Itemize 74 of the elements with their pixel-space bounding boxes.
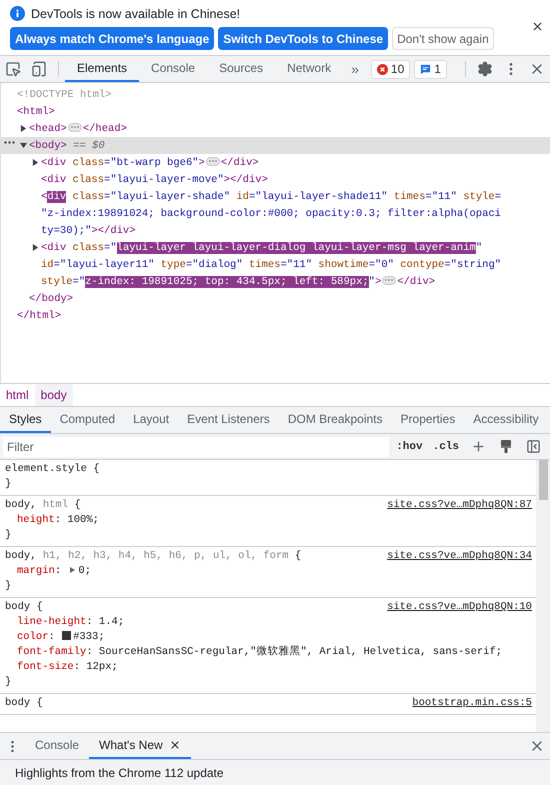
- code-text: </body>: [29, 292, 74, 304]
- message-count-badge[interactable]: 1: [414, 60, 447, 78]
- error-count-badge[interactable]: 10: [370, 60, 410, 78]
- code-text: </div>: [220, 156, 259, 168]
- source-link[interactable]: site.css?ve…mDphq8QN:34: [387, 549, 532, 564]
- notice-message: DevTools is now available in Chinese!: [31, 6, 240, 20]
- code-text: </html>: [17, 310, 62, 322]
- source-link[interactable]: site.css?ve…mDphq8QN:10: [387, 600, 532, 615]
- code-text: <head>: [29, 122, 67, 134]
- code-text: <div class="bt-warp bge6">: [41, 156, 205, 168]
- css-declaration: color: #333;: [16, 630, 106, 645]
- whats-new-heading: Highlights from the Chrome 112 update: [15, 766, 224, 780]
- color-swatch[interactable]: [62, 631, 72, 640]
- drawer-tab[interactable]: Console: [25, 733, 90, 759]
- rule-selector: body {: [5, 696, 43, 711]
- sidebar-tab[interactable]: Accessibility: [464, 407, 548, 433]
- expanded-arrow-icon[interactable]: [20, 142, 26, 149]
- code-text: style="z-index: 19891025; top: 434.5px; left: 589px;">: [41, 276, 382, 288]
- code-text: <div class="layui-layer-move"></div>: [41, 174, 268, 186]
- css-declaration: font-size: 12px;: [16, 660, 119, 675]
- sidebar-tab[interactable]: DOM Breakpoints: [278, 407, 392, 433]
- close-icon: [168, 739, 181, 751]
- code-text: </head>: [82, 122, 127, 134]
- hover-state-toggle[interactable]: :hov: [393, 440, 426, 452]
- sidebar-tab[interactable]: Layout: [124, 407, 178, 433]
- panel-tab[interactable]: Network: [275, 56, 344, 82]
- breadcrumb[interactable]: html: [0, 384, 35, 406]
- breadcrumb[interactable]: body: [34, 384, 73, 406]
- collapsed-arrow-icon[interactable]: [32, 244, 38, 251]
- closing-brace: }: [5, 579, 12, 594]
- secondary-button[interactable]: Don't show again: [392, 27, 494, 50]
- more-icon[interactable]: [4, 141, 15, 144]
- css-declaration: height: 100%;: [16, 513, 100, 528]
- closing-brace: }: [5, 675, 12, 690]
- sidebar-tab[interactable]: Computed: [50, 407, 124, 433]
- panel-tab[interactable]: Elements: [65, 56, 140, 82]
- rule-selector: body, html {: [5, 498, 81, 513]
- code-text: ty=30);"></div>: [41, 224, 136, 236]
- code-text: id="layui-layer11" type="dialog" times="11" showtime="0" contype="string": [41, 258, 502, 270]
- ellipsis-icon[interactable]: [382, 276, 396, 284]
- info-icon: [10, 6, 25, 21]
- panel-tab[interactable]: Console: [139, 56, 208, 82]
- primary-button[interactable]: Switch DevTools to Chinese: [218, 27, 388, 50]
- code-text: </div>: [397, 276, 436, 288]
- code-text: "z-index:19891024; background-color:#000; opacity:0.3; filter:alpha(opaci: [41, 208, 501, 220]
- code-text: <!DOCTYPE html>: [17, 88, 112, 100]
- rule-selector: body, h1, h2, h3, h4, h5, h6, p, ul, ol, form {: [5, 549, 302, 564]
- scrollbar[interactable]: [536, 460, 550, 732]
- source-link[interactable]: bootstrap.min.css:5: [412, 696, 532, 711]
- css-declaration: line-height: 1.4;: [16, 615, 126, 630]
- source-link[interactable]: site.css?ve…mDphq8QN:87: [387, 498, 532, 513]
- css-declaration: font-family: SourceHanSansSC-regular,"微软雅黑", Arial, Helvetica, sans-serif;: [16, 645, 504, 660]
- code-text: <div class="layui-layer layui-layer-dialog layui-layer-msg layer-anim": [41, 242, 482, 254]
- filter-field[interactable]: Filter: [3, 436, 390, 456]
- sidebar-tab[interactable]: Event Listeners: [178, 407, 279, 433]
- collapsed-arrow-icon[interactable]: [32, 159, 38, 166]
- rule-selector: body {: [5, 600, 43, 615]
- sidebar-tab[interactable]: Properties: [392, 407, 464, 433]
- close-icon[interactable]: [531, 20, 544, 33]
- closing-brace: }: [5, 477, 12, 492]
- code-text: <html>: [17, 106, 55, 118]
- code-text: <div class="layui-layer-shade" id="layui-layer-shade11" times="11" style=: [41, 190, 502, 202]
- collapsed-arrow-icon[interactable]: [20, 125, 26, 132]
- rule-selector: element.style {: [5, 462, 100, 477]
- more-tabs-button[interactable]: »: [343, 61, 367, 77]
- selected-row[interactable]: <body> == $0: [1, 137, 550, 154]
- class-toggle[interactable]: .cls: [430, 440, 462, 452]
- closing-brace: }: [5, 528, 12, 543]
- ellipsis-icon[interactable]: [68, 122, 82, 132]
- ellipsis-icon[interactable]: [206, 156, 220, 166]
- css-declaration: margin: 0;: [16, 564, 92, 579]
- primary-button[interactable]: Always match Chrome's language: [10, 27, 214, 50]
- panel-tab[interactable]: Sources: [207, 56, 276, 82]
- code-text: <body> == $0: [29, 140, 105, 152]
